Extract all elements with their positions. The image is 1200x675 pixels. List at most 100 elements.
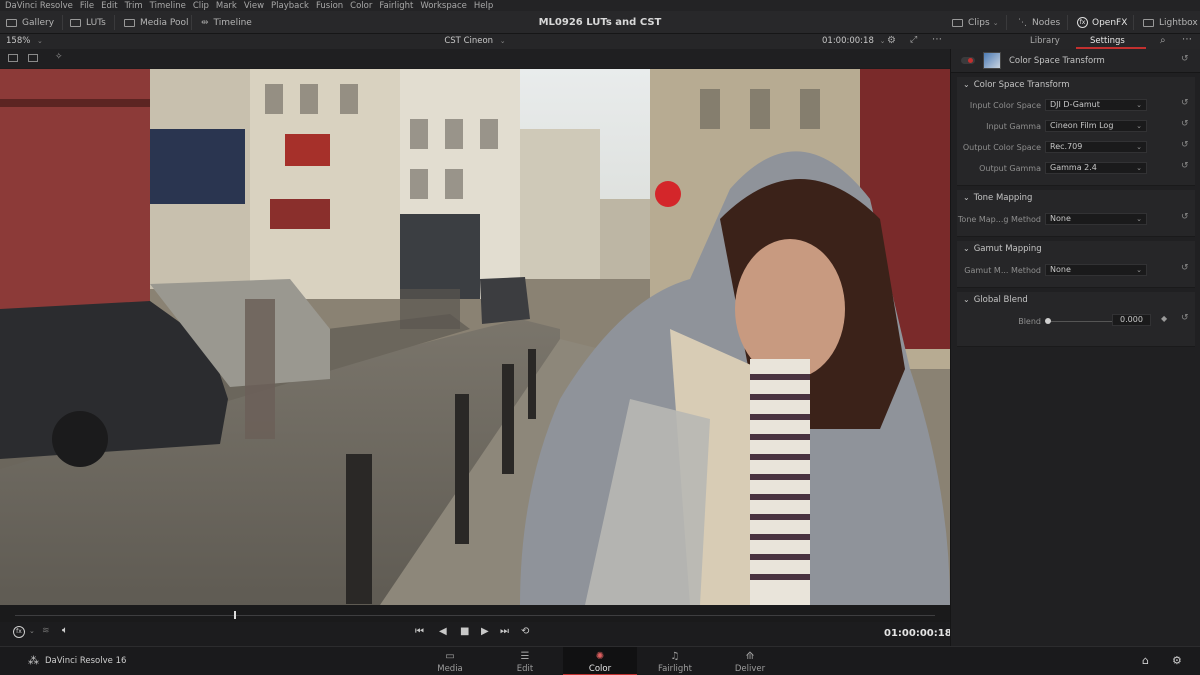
loop-icon[interactable]: ⟲	[521, 626, 529, 637]
tone-mapping-method-dropdown[interactable]: None ⌄	[1045, 213, 1147, 225]
gamut-mapping-method-dropdown[interactable]: None ⌄	[1045, 264, 1147, 276]
video-viewer[interactable]	[0, 69, 950, 605]
gamut-mapping-header[interactable]: Gamut Mapping	[963, 244, 1042, 254]
wipe-icon[interactable]: ⚙	[887, 35, 896, 46]
media-page-icon: ▭	[445, 651, 455, 662]
reset-icon[interactable]: ↺	[1181, 98, 1189, 108]
page-edit[interactable]: ☰ Edit	[488, 647, 562, 675]
clips-button[interactable]: Clips ⌄	[952, 11, 999, 34]
play-icon[interactable]: ▶	[481, 626, 489, 637]
page-edit-label: Edit	[516, 664, 534, 674]
menu-fairlight[interactable]: Fairlight	[379, 1, 413, 11]
video-frame-image	[0, 69, 950, 605]
menu-davinci-resolve[interactable]: DaVinci Resolve	[5, 1, 73, 11]
reset-icon[interactable]: ↺	[1181, 212, 1189, 222]
clip-name-dropdown[interactable]: CST Cineon ⌄	[0, 36, 950, 46]
reset-icon[interactable]: ↺	[1181, 313, 1189, 323]
input-gamma-dropdown[interactable]: Cineon Film Log ⌄	[1045, 120, 1147, 132]
menu-mark[interactable]: Mark	[216, 1, 237, 11]
page-color[interactable]: ✺ Color	[563, 647, 637, 675]
home-icon[interactable]: ⌂	[1142, 654, 1149, 667]
page-fairlight[interactable]: ♫ Fairlight	[638, 647, 712, 675]
blend-value-field[interactable]: 0.000	[1112, 314, 1151, 326]
tab-library[interactable]: Library	[1030, 36, 1060, 46]
search-icon[interactable]: ⌕	[1160, 35, 1166, 46]
reset-icon[interactable]: ↺	[1181, 161, 1189, 171]
page-navigation-bar: ⁂ DaVinci Resolve 16 ▭ Media ☰ Edit ✺ Co…	[0, 646, 1200, 675]
toolbar-divider	[191, 15, 192, 30]
chevron-down-icon: ⌄	[1136, 164, 1142, 172]
page-deliver[interactable]: ⟰ Deliver	[713, 647, 787, 675]
speaker-icon[interactable]: 🔈︎	[62, 625, 68, 636]
fx-bypass-icon[interactable]: fx	[13, 626, 25, 638]
gallery-icon	[6, 18, 17, 27]
single-view-icon[interactable]	[8, 54, 18, 62]
more-options-icon[interactable]: ⋯	[1182, 34, 1192, 45]
app-name: DaVinci Resolve 16	[45, 656, 127, 666]
tone-mapping-header[interactable]: Tone Mapping	[963, 193, 1033, 203]
output-gamma-dropdown[interactable]: Gamma 2.4 ⌄	[1045, 162, 1147, 174]
gallery-label: Gallery	[22, 17, 55, 28]
lightbox-button[interactable]: Lightbox	[1143, 11, 1198, 34]
keyframe-icon[interactable]: ◆	[1161, 314, 1167, 323]
gear-icon[interactable]: ⚙	[1172, 654, 1182, 667]
media-pool-button[interactable]: Media Pool	[124, 11, 189, 34]
reset-icon[interactable]: ↺	[1181, 140, 1189, 150]
menu-file[interactable]: File	[80, 1, 94, 11]
menu-view[interactable]: View	[244, 1, 264, 11]
gamut-mapping-section: Gamut Mapping Gamut M... Method None ⌄ ↺	[957, 241, 1195, 288]
global-blend-header[interactable]: Global Blend	[963, 295, 1028, 305]
menu-trim[interactable]: Trim	[125, 1, 143, 11]
chevron-down-icon[interactable]: ⌄	[29, 627, 35, 635]
cst-section-header[interactable]: Color Space Transform	[963, 80, 1070, 90]
stop-icon[interactable]: ■	[460, 626, 469, 637]
openfx-button[interactable]: fx OpenFX	[1077, 11, 1127, 34]
menu-edit[interactable]: Edit	[101, 1, 117, 11]
reset-icon[interactable]: ↺	[1181, 263, 1189, 273]
more-options-icon[interactable]: ⋯	[932, 34, 942, 45]
jump-to-end-icon[interactable]: ⏭︎	[500, 626, 509, 637]
node-title: Color Space Transform	[1009, 56, 1105, 66]
menu-playback[interactable]: Playback	[271, 1, 309, 11]
menu-timeline[interactable]: Timeline	[150, 1, 186, 11]
menu-color[interactable]: Color	[350, 1, 372, 11]
playhead[interactable]	[234, 611, 236, 619]
magic-wand-icon[interactable]: ✧	[55, 52, 63, 62]
menu-clip[interactable]: Clip	[193, 1, 209, 11]
openfx-settings-panel: Color Space Transform ↺ Color Space Tran…	[950, 49, 1200, 646]
gallery-button[interactable]: Gallery	[6, 11, 54, 34]
layers-icon[interactable]: ≋	[42, 626, 50, 636]
timeline-icon: ⇹	[201, 17, 209, 28]
scrubber-track	[15, 615, 935, 616]
split-view-icon[interactable]	[28, 54, 38, 62]
blend-slider-track[interactable]	[1047, 321, 1112, 322]
timeline-button[interactable]: ⇹ Timeline	[201, 11, 252, 34]
luts-label: LUTs	[86, 17, 106, 28]
viewer-timecode[interactable]: 01:00:00:18 ⌄	[822, 36, 885, 46]
blend-slider-handle[interactable]	[1045, 318, 1051, 324]
cst-section: Color Space Transform Input Color Space …	[957, 77, 1195, 186]
nodes-button[interactable]: ⋱ Nodes	[1018, 11, 1060, 34]
reset-icon[interactable]: ↺	[1181, 119, 1189, 129]
tab-settings[interactable]: Settings	[1090, 36, 1125, 46]
toolbar-divider	[1006, 15, 1007, 30]
luts-button[interactable]: LUTs	[70, 11, 106, 34]
reset-icon[interactable]: ↺	[1181, 54, 1189, 64]
input-color-space-dropdown[interactable]: DJI D-Gamut ⌄	[1045, 99, 1147, 111]
resolve-logo-icon: ⁂	[28, 654, 39, 667]
menu-help[interactable]: Help	[474, 1, 493, 11]
menu-workspace[interactable]: Workspace	[420, 1, 466, 11]
page-fairlight-label: Fairlight	[657, 664, 692, 674]
media-pool-icon	[124, 18, 135, 27]
fullscreen-icon[interactable]: ⤢	[910, 35, 917, 45]
output-color-space-label: Output Color Space	[962, 143, 1041, 152]
play-reverse-icon[interactable]: ◀	[439, 626, 447, 637]
openfx-label: OpenFX	[1092, 17, 1128, 28]
jump-to-start-icon[interactable]: ⏮︎	[415, 626, 424, 637]
output-color-space-dropdown[interactable]: Rec.709 ⌄	[1045, 141, 1147, 153]
menu-fusion[interactable]: Fusion	[316, 1, 343, 11]
page-color-label: Color	[588, 664, 612, 674]
davinci-resolve-window: DaVinci Resolve File Edit Trim Timeline …	[0, 0, 1200, 675]
viewer-sub-toolbar: ✧	[0, 49, 950, 68]
page-media[interactable]: ▭ Media	[413, 647, 487, 675]
